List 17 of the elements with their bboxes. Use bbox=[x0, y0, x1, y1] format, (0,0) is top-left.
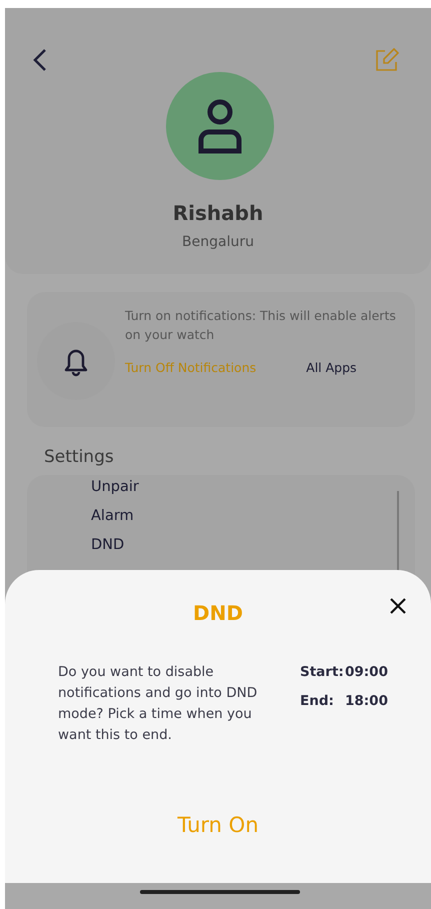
settings-item[interactable]: DND bbox=[91, 537, 415, 555]
dialog-message: Do you want to disable notifications and go into DND mode? Pick a time when you want this to end. bbox=[58, 663, 258, 745]
time-label: End: bbox=[300, 692, 335, 712]
settings-item[interactable]: Unpair bbox=[91, 478, 415, 496]
dialog-title: DND bbox=[192, 600, 244, 627]
notification-action-link[interactable]: All Apps bbox=[306, 358, 357, 378]
section-title: Settings bbox=[44, 446, 115, 469]
profile-name: Rishabh bbox=[172, 200, 264, 227]
profile-location: Bengaluru bbox=[181, 233, 255, 252]
settings-item[interactable]: Alarm bbox=[91, 508, 415, 526]
user-icon bbox=[198, 98, 242, 154]
back-icon[interactable] bbox=[33, 48, 47, 72]
time-label: Start: bbox=[300, 663, 345, 682]
time-value[interactable]: 18:00 bbox=[345, 691, 388, 712]
time-value[interactable]: 09:00 bbox=[345, 662, 388, 682]
close-icon[interactable] bbox=[390, 598, 406, 614]
notification-message: Turn on notifications: This will enable alerts on your watch bbox=[125, 307, 397, 344]
